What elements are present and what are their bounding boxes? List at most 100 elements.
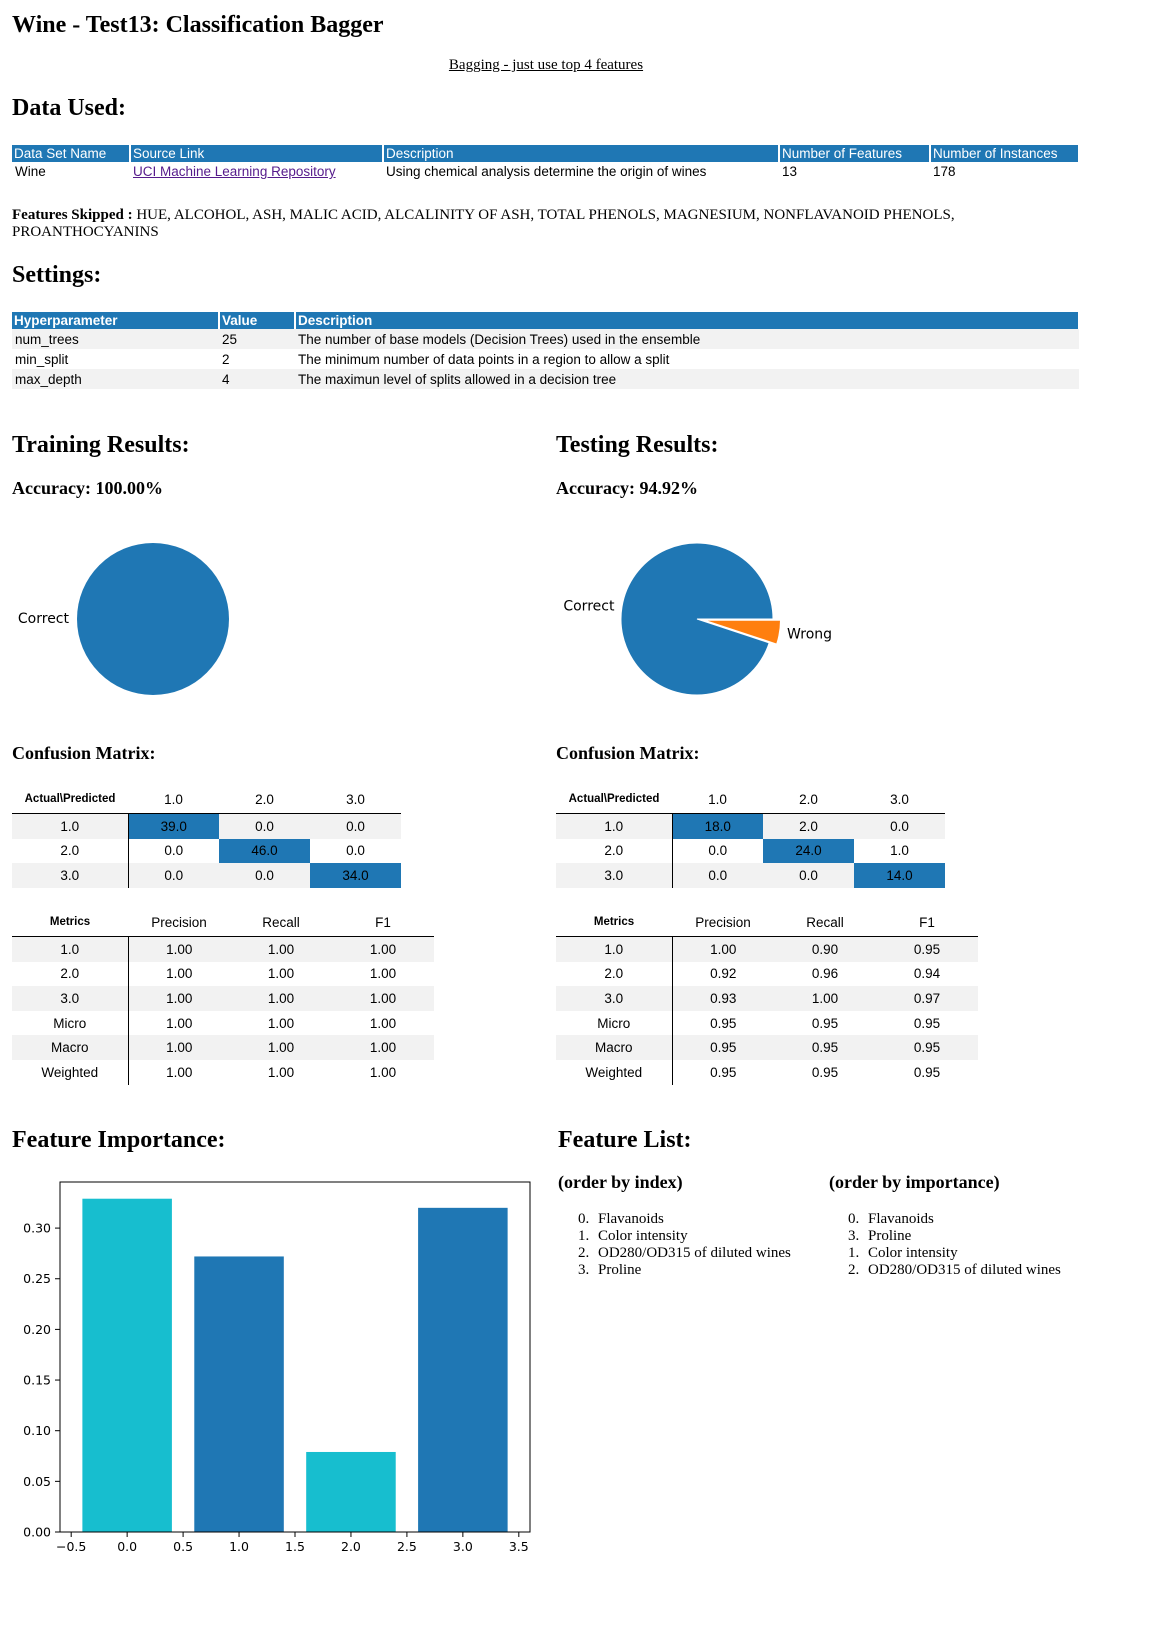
param-name: max_depth <box>12 369 219 389</box>
pie-slice <box>620 542 774 696</box>
matrix-row-header: Micro <box>556 1010 673 1036</box>
param-name: num_trees <box>12 329 219 349</box>
y-tick-label: 0.05 <box>23 1474 51 1489</box>
matrix-cell: 0.97 <box>876 986 978 1011</box>
subtitle-link[interactable]: Bagging - just use top 4 features <box>449 57 643 73</box>
param-name: min_split <box>15 351 69 367</box>
settings-heading: Settings: <box>12 262 102 288</box>
feature-index: 2. <box>848 1262 860 1278</box>
matrix-cell: 1.00 <box>230 1035 332 1060</box>
table-row: 2.0 0.0 24.0 1.0 <box>556 838 945 864</box>
matrix-row-header: Macro <box>556 1035 673 1060</box>
matrix-row-header: 1.0 <box>12 813 129 839</box>
matrix-cell: 1.00 <box>166 1064 193 1080</box>
matrix-cell: 0.96 <box>811 966 839 982</box>
feature-index: 0. <box>848 1211 860 1227</box>
matrix-column-header: 3.0 <box>310 785 401 814</box>
matrix-cell: 1.0 <box>890 843 909 859</box>
testing-confusion-heading: Confusion Matrix: <box>556 743 700 763</box>
matrix-cell: 1.00 <box>128 1035 230 1060</box>
table-row: max_depth 4 The maximun level of splits … <box>12 369 1079 389</box>
training-confusion-heading: Confusion Matrix: <box>12 743 156 763</box>
matrix-cell: 2.0 <box>763 813 854 839</box>
matrix-cell: 0.0 <box>346 843 365 859</box>
column-header: Description <box>383 145 780 162</box>
matrix-cell: 0.0 <box>708 843 728 859</box>
matrix-cell: 1.00 <box>128 986 230 1011</box>
matrix-header-row: Actual\Predicted 1.0 2.0 3.0 <box>12 785 401 814</box>
table-row: 3.0 1.00 1.00 1.00 <box>12 986 434 1011</box>
table-row: Weighted 1.00 1.00 1.00 <box>12 1059 434 1085</box>
matrix-cell: 0.0 <box>310 813 401 839</box>
matrix-cell: 0.93 <box>672 986 774 1011</box>
bar <box>418 1207 508 1532</box>
x-tick-label: 3.5 <box>509 1539 529 1554</box>
param-value: 25 <box>219 329 295 349</box>
x-tick-label: 1.5 <box>285 1539 305 1554</box>
matrix-cell: 0.95 <box>774 1035 876 1060</box>
list-item: 2. OD280/OD315 of diluted wines <box>578 1245 791 1262</box>
matrix-cell: 34.0 <box>310 863 401 888</box>
matrix-row-header: Weighted <box>12 1059 129 1085</box>
matrix-cell: 0.95 <box>876 936 978 962</box>
subtitle: Bagging - just use top 4 features <box>0 56 1092 74</box>
x-tick-label: 3.0 <box>453 1539 473 1554</box>
bar <box>194 1256 284 1532</box>
matrix-cell: 0.95 <box>913 1064 941 1080</box>
matrix-cell: 1.00 <box>332 1035 434 1060</box>
matrix-row-header: 2.0 <box>12 838 129 864</box>
matrix-cell: 0.0 <box>219 863 310 888</box>
matrix-cell: 0.95 <box>710 1015 737 1031</box>
feature-name: Color intensity <box>868 1245 958 1261</box>
matrix-row-header: Micro <box>12 1010 129 1036</box>
matrix-cell: 1.00 <box>369 966 397 982</box>
matrix-column-header: F1 <box>332 908 434 937</box>
matrix-cell: 1.00 <box>774 986 876 1011</box>
matrix-cell: 1.00 <box>267 966 295 982</box>
feature-importance-chart: −0.5 0.0 0.5 1.0 1.5 2.0 2.5 3.0 3.5 0.00 0.05 0.10… <box>23 1181 531 1554</box>
matrix-cell: 0.92 <box>710 966 737 982</box>
param-description: The number of base models (Decision Tree… <box>295 329 1079 349</box>
matrix-column-header: 3.0 <box>854 785 945 814</box>
matrix-corner-label: Actual\Predicted <box>12 785 128 814</box>
matrix-header-row: Metrics Precision Recall F1 <box>12 908 434 937</box>
y-tick-label: 0.30 <box>23 1221 51 1236</box>
matrix-cell: 0.95 <box>876 1035 978 1060</box>
matrix-cell: 1.00 <box>166 966 193 982</box>
table-row: min_split 2 The minimum number of data p… <box>12 349 1079 369</box>
bar <box>306 1451 396 1532</box>
matrix-cell: 1.00 <box>672 936 774 962</box>
y-tick-label: 0.00 <box>23 1525 51 1540</box>
training-pie-chart: Correct <box>18 543 229 695</box>
table-row: Wine UCI Machine Learning Repository Usi… <box>12 162 1079 181</box>
matrix-corner-label: Actual\Predicted <box>556 785 672 814</box>
matrix-column-header: Precision <box>672 908 774 937</box>
y-tick-label: 0.10 <box>23 1423 51 1438</box>
table-row: 2.0 1.00 1.00 1.00 <box>12 961 434 987</box>
source-link[interactable]: UCI Machine Learning Repository <box>133 164 336 179</box>
table-row: 1.0 18.0 2.0 0.0 <box>556 813 945 839</box>
matrix-cell: 1.00 <box>267 1064 295 1080</box>
testing-confusion-matrix: Actual\Predicted 1.0 2.0 3.0 1.0 18.0 2.0 0.0 2.… <box>556 785 945 888</box>
feature-index: 0. <box>578 1211 590 1227</box>
x-tick-label: 0.5 <box>173 1539 193 1554</box>
matrix-cell: 24.0 <box>763 838 854 864</box>
matrix-cell: 0.94 <box>913 966 941 982</box>
features-skipped: Features Skipped : HUE, ALCOHOL, ASH, MA… <box>12 207 1062 241</box>
table-row: 3.0 0.93 1.00 0.97 <box>556 986 978 1011</box>
order-by-importance-heading: (order by importance) <box>829 1172 1000 1192</box>
matrix-cell: 1.00 <box>332 936 434 962</box>
bar <box>82 1198 172 1532</box>
feature-index: 1. <box>848 1245 860 1261</box>
table-row: Macro 1.00 1.00 1.00 <box>12 1035 434 1060</box>
matrix-cell: 1.00 <box>166 1015 193 1031</box>
training-metrics-table: Metrics Precision Recall F1 1.0 1.00 1.00 1.00 2… <box>12 908 434 1085</box>
page-title: Wine - Test13: Classification Bagger <box>12 12 384 38</box>
feature-name: Flavanoids <box>598 1211 664 1227</box>
matrix-header-row: Metrics Precision Recall F1 <box>556 908 978 937</box>
table-row: 1.0 39.0 0.0 0.0 <box>12 813 401 839</box>
matrix-row-header: 2.0 <box>556 838 673 864</box>
matrix-cell: 1.00 <box>230 936 332 962</box>
column-header: Value <box>219 312 296 329</box>
feature-index: 1. <box>578 1228 590 1244</box>
